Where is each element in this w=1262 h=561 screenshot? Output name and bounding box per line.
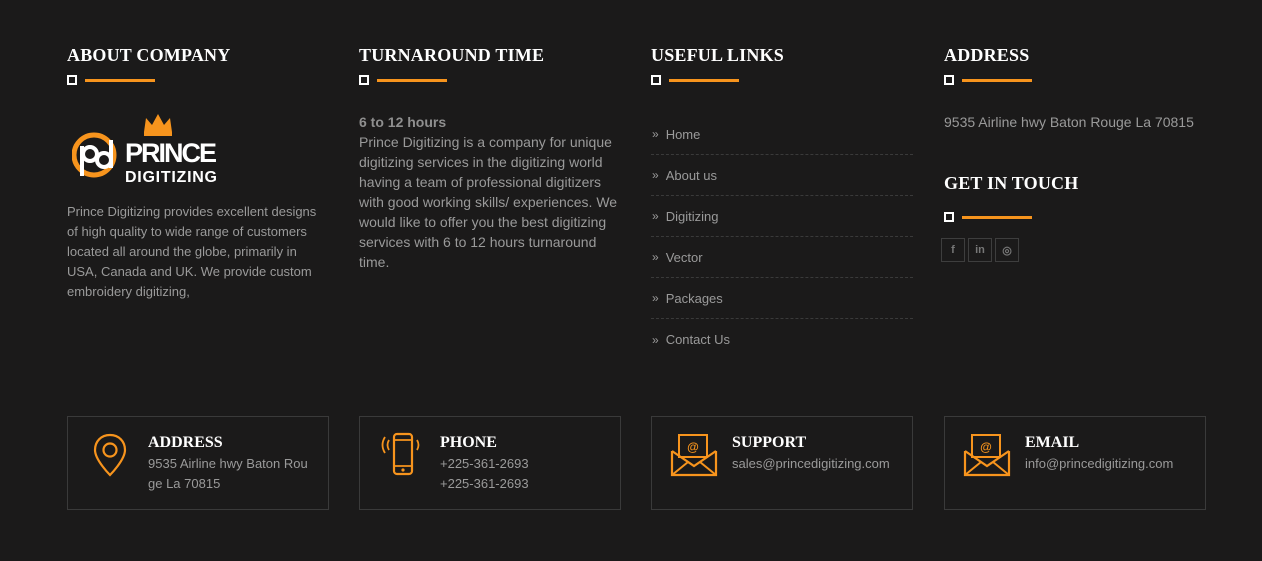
phone-card: PHONE +225-361-2693 +225-361-2693 xyxy=(359,416,621,510)
about-description: Prince Digitizing provides excellent des… xyxy=(67,204,317,299)
link-contact-us[interactable]: » Contact Us xyxy=(651,319,913,360)
logo-word-prince: PRINCE xyxy=(125,138,217,168)
link-label: Vector xyxy=(665,249,703,265)
turnaround-hours: 6 to 12 hours xyxy=(359,114,447,130)
double-chevron-right-icon: » xyxy=(652,209,659,223)
double-chevron-right-icon: » xyxy=(652,332,659,347)
prince-digitizing-logo[interactable]: PRINCE DIGITIZING xyxy=(72,110,222,186)
phone-number[interactable]: +225-361-2693 xyxy=(440,474,529,494)
address-card: ADDRESS 9535 Airline hwy Baton Rou ge La… xyxy=(67,416,329,510)
link-about-us[interactable]: » About us xyxy=(651,155,913,196)
card-title: PHONE xyxy=(440,434,497,451)
mobile-phone-icon xyxy=(381,432,420,476)
double-chevron-right-icon: » xyxy=(652,168,659,182)
map-pin-icon xyxy=(93,433,127,477)
link-label: Packages xyxy=(665,290,723,306)
svg-text:@: @ xyxy=(687,440,699,454)
address-text: 9535 Airline hwy Baton Rouge La 70815 xyxy=(944,114,1194,130)
link-digitizing[interactable]: » Digitizing xyxy=(651,196,913,237)
link-vector[interactable]: » Vector xyxy=(651,237,913,278)
facebook-icon[interactable]: f xyxy=(941,238,965,262)
email-card: @ EMAIL info@princedigitizing.com xyxy=(944,416,1206,510)
info-email-link[interactable]: info@princedigitizing.com xyxy=(1025,454,1173,474)
heading-underline xyxy=(359,75,621,85)
about-company-section: ABOUT COMPANY PRINCE DIGITIZING Prince D… xyxy=(67,44,329,299)
double-chevron-right-icon: » xyxy=(652,127,659,141)
heading-underline xyxy=(651,75,913,85)
svg-text:@: @ xyxy=(980,440,992,454)
card-line: 9535 Airline hwy Baton Rou xyxy=(148,456,308,471)
turnaround-section: TURNAROUND TIME 6 to 12 hours Prince Dig… xyxy=(359,44,621,270)
envelope-at-icon: @ xyxy=(670,434,718,477)
useful-links-section: USEFUL LINKS » Home » About us » Digitizing… xyxy=(651,44,913,347)
card-title: EMAIL xyxy=(1025,434,1080,451)
support-email-link[interactable]: sales@princedigitizing.com xyxy=(732,454,890,474)
link-label: About us xyxy=(665,167,718,183)
heading-underline xyxy=(67,75,329,85)
card-title: SUPPORT xyxy=(732,434,807,451)
link-label: Home xyxy=(665,126,701,142)
link-label: Contact Us xyxy=(665,332,730,347)
get-in-touch-heading: GET IN TOUCH xyxy=(944,173,1079,193)
linkedin-icon[interactable]: in xyxy=(968,238,992,262)
card-title: ADDRESS xyxy=(148,434,223,451)
address-section: ADDRESS 9535 Airline hwy Baton Rouge La … xyxy=(941,44,1206,262)
social-links: f in ◎ xyxy=(941,238,1019,262)
double-chevron-right-icon: » xyxy=(652,291,659,305)
support-card: @ SUPPORT sales@princedigitizing.com xyxy=(651,416,913,510)
link-packages[interactable]: » Packages xyxy=(651,278,913,319)
instagram-icon[interactable]: ◎ xyxy=(995,238,1019,262)
double-chevron-right-icon: » xyxy=(652,250,659,264)
turnaround-description: Prince Digitizing is a company for uniqu… xyxy=(359,134,618,270)
link-label: Digitizing xyxy=(665,208,719,224)
envelope-at-icon: @ xyxy=(963,434,1011,477)
address-heading: ADDRESS xyxy=(944,45,1030,65)
useful-links-heading: USEFUL LINKS xyxy=(651,45,784,65)
heading-underline xyxy=(944,75,1206,85)
heading-underline xyxy=(944,212,1064,222)
turnaround-heading: TURNAROUND TIME xyxy=(359,45,545,65)
useful-links-list: » Home » About us » Digitizing » Vector » Pac… xyxy=(651,114,913,360)
phone-number[interactable]: +225-361-2693 xyxy=(440,454,529,474)
card-line: ge La 70815 xyxy=(148,476,221,491)
about-heading: ABOUT COMPANY xyxy=(67,45,231,65)
logo-word-digitizing: DIGITIZING xyxy=(125,169,217,186)
link-home[interactable]: » Home xyxy=(651,114,913,155)
